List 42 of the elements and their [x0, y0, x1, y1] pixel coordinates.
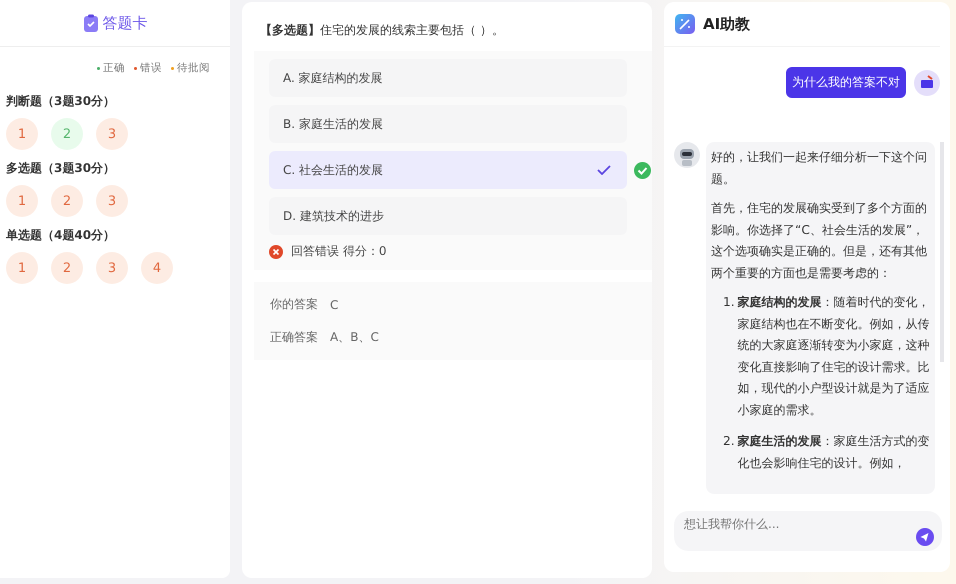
- question-number[interactable]: 3: [96, 252, 128, 284]
- send-icon[interactable]: [916, 528, 934, 546]
- result-text: 回答错误 得分：0: [291, 243, 386, 260]
- section-title: 判断题（3题30分）: [4, 93, 116, 110]
- answer-option[interactable]: B. 家庭生活的发展: [269, 105, 627, 143]
- question-number[interactable]: 3: [96, 185, 128, 217]
- list-item-text: 家庭结构的发展：随着时代的变化，家庭结构也在不断变化。例如，从传统的大家庭逐渐转变为小家庭，这种变化直接影响了住宅的设计需求。比如，现代的小户型设计就是为了适应小家庭的需求。: [738, 294, 931, 418]
- panel-title: 答题卡: [102, 14, 148, 32]
- section-title: 单选题（4题40分）: [5, 227, 116, 244]
- question-number[interactable]: 1: [6, 185, 38, 217]
- message-input[interactable]: 想让我帮你什么...: [674, 511, 942, 551]
- list-number: 1.: [723, 294, 735, 311]
- legend-label: 待批阅: [177, 61, 210, 75]
- answer-option[interactable]: D. 建筑技术的进步: [269, 197, 627, 235]
- question-number[interactable]: 3: [96, 118, 128, 150]
- question-number[interactable]: 2: [51, 118, 83, 150]
- legend-label: 错误: [140, 61, 162, 75]
- answer-label: 正确答案: [270, 329, 318, 346]
- question-number[interactable]: 2: [51, 252, 83, 284]
- user-message: 为什么我的答案不对: [786, 67, 906, 98]
- legend-label: 正确: [103, 61, 125, 75]
- answer-value: A、B、C: [330, 329, 379, 346]
- answer-option[interactable]: A. 家庭结构的发展: [269, 59, 627, 97]
- list-item-text: 家庭生活的发展：家庭生活方式的变化也会影响住宅的设计。例如，: [738, 433, 931, 472]
- panel-title: AI助教: [703, 14, 750, 34]
- list-number: 2.: [723, 433, 735, 450]
- magic-wand-icon: [675, 14, 695, 34]
- section-title: 多选题（3题30分）: [5, 160, 116, 177]
- avatar-icon: [914, 70, 940, 96]
- answer-label: 你的答案: [270, 296, 318, 313]
- question-number[interactable]: 1: [6, 118, 38, 150]
- answer-value: C: [330, 298, 338, 312]
- message-paragraph: 好的，让我们一起来仔细分析一下这个问题。: [711, 149, 928, 188]
- message-paragraph: 首先，住宅的发展确实受到了多个方面的影响。你选择了“C、社会生活的发展”，这个选项确实是正确的。但是，还有其他两个重要的方面也是需要考虑的：: [711, 200, 928, 282]
- check-icon: [597, 165, 611, 175]
- robot-avatar-icon: [674, 142, 700, 168]
- answer-option[interactable]: C. 社会生活的发展: [269, 151, 627, 189]
- question-text: 【多选题】住宅的发展的线索主要包括（ ）。: [259, 22, 505, 39]
- question-number[interactable]: 4: [141, 252, 173, 284]
- question-number[interactable]: 1: [6, 252, 38, 284]
- clipboard-icon: [82, 14, 98, 32]
- question-number[interactable]: 2: [51, 185, 83, 217]
